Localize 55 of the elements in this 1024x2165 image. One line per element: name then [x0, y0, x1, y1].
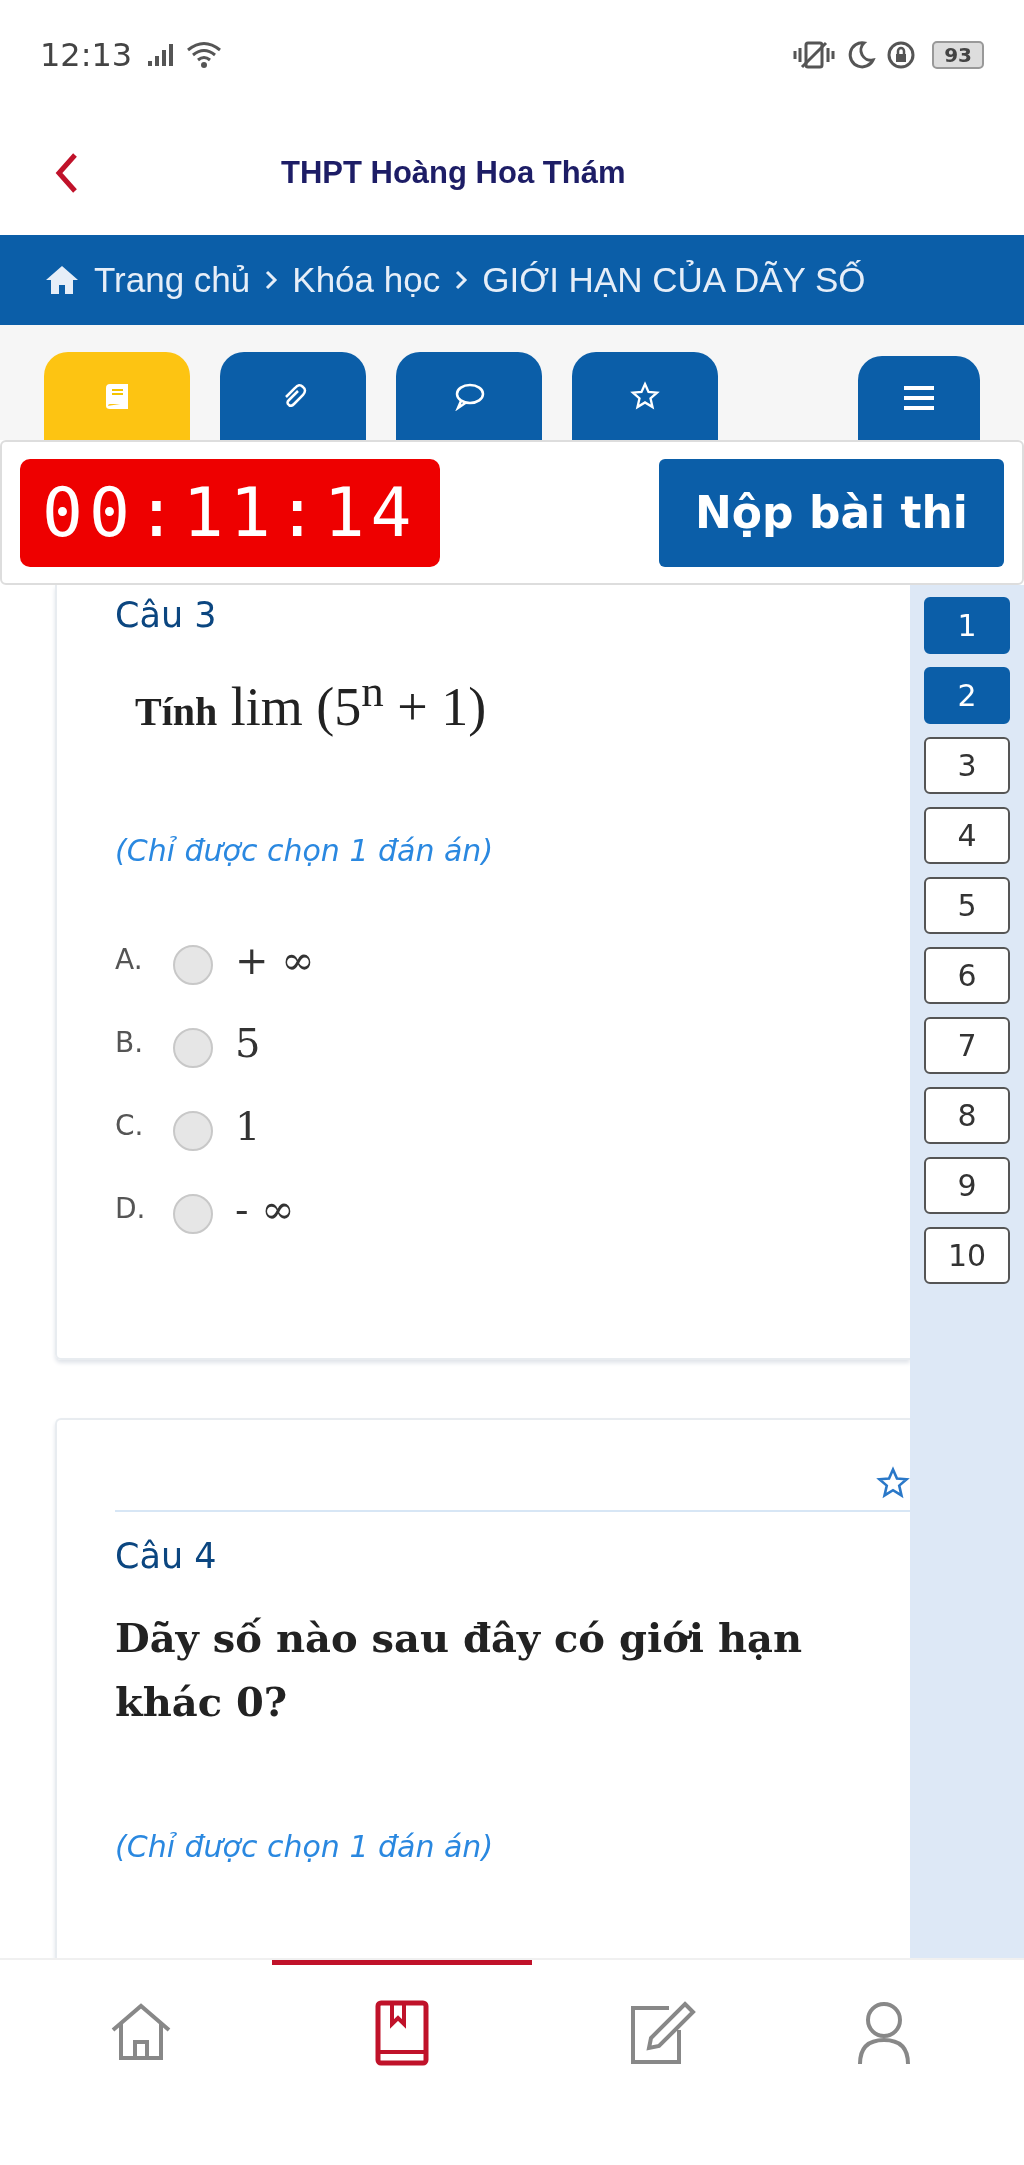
tab[interactable] [572, 352, 718, 440]
edit-icon [628, 2000, 697, 2066]
question-nav-button[interactable]: 2 [924, 667, 1010, 724]
radio-button[interactable] [173, 1193, 213, 1234]
lock-icon [886, 40, 917, 70]
question-nav-button[interactable]: 6 [924, 947, 1010, 1004]
breadcrumb-link[interactable]: Khóa học [292, 260, 441, 300]
user-icon [856, 2000, 911, 2066]
tab[interactable] [220, 352, 366, 440]
speech-bubble-icon [453, 381, 485, 411]
question-nav-button[interactable]: 1 [924, 597, 1010, 654]
hint-text: (Chỉ được chọn 1 đán án) [115, 1829, 495, 1864]
home-icon [44, 264, 80, 296]
wifi-icon [186, 41, 223, 69]
option-letter: A. [115, 943, 144, 976]
star-icon [630, 381, 660, 411]
option-letter: C. [115, 1109, 145, 1142]
countdown-timer: 00:11:14 [20, 458, 440, 567]
option-letter: B. [115, 1026, 145, 1059]
question-nav-button[interactable]: 5 [924, 877, 1010, 934]
vibrate-icon [792, 40, 837, 70]
hint-text: (Chỉ được chọn 1 đán án) [115, 833, 495, 868]
breadcrumb-link[interactable]: GIỚI HẠN CỦA DÃY SỐ [482, 260, 866, 300]
chevron-icon [454, 269, 469, 291]
question-text: Dãy số nào sau đây có giới hạn khác 0? [115, 1613, 803, 1727]
radio-button[interactable] [173, 1027, 213, 1068]
question-nav-button[interactable]: 7 [924, 1017, 1010, 1074]
back-icon[interactable] [55, 151, 79, 194]
question-nav-button[interactable]: 10 [924, 1227, 1010, 1284]
question-nav-button[interactable]: 3 [924, 737, 1010, 794]
star-icon[interactable] [876, 1466, 910, 1500]
option-letter: D. [115, 1192, 147, 1225]
tab[interactable] [396, 352, 542, 440]
option-text: - ∞ [235, 1185, 295, 1232]
clock-time: 12:13 [40, 36, 133, 74]
option-text: + ∞ [235, 936, 315, 983]
radio-button[interactable] [173, 944, 213, 985]
battery-indicator: 93 [932, 41, 984, 69]
moon-icon [846, 40, 877, 70]
header-title: THPT Hoàng Hoa Thám [281, 154, 626, 191]
submit-button[interactable]: Nộp bài thi [659, 458, 1004, 567]
menu-icon [902, 384, 936, 412]
question-nav-button[interactable]: 4 [924, 807, 1010, 864]
question-number: Câu 4 [115, 1536, 218, 1576]
chevron-icon [264, 269, 279, 291]
question-number: Câu 3 [115, 595, 218, 635]
question-text: Tính lim (5$^{n}$ + 1) [134, 665, 488, 738]
option-text: 1 [235, 1102, 261, 1149]
tab[interactable] [858, 356, 980, 440]
question-nav-button[interactable]: 8 [924, 1087, 1010, 1144]
question-nav-button[interactable]: 9 [924, 1157, 1010, 1214]
breadcrumb-link[interactable]: Trang chủ [94, 260, 251, 300]
option-text: 5 [235, 1019, 261, 1066]
bookmark-book-icon [373, 2000, 430, 2066]
radio-button[interactable] [173, 1110, 213, 1151]
